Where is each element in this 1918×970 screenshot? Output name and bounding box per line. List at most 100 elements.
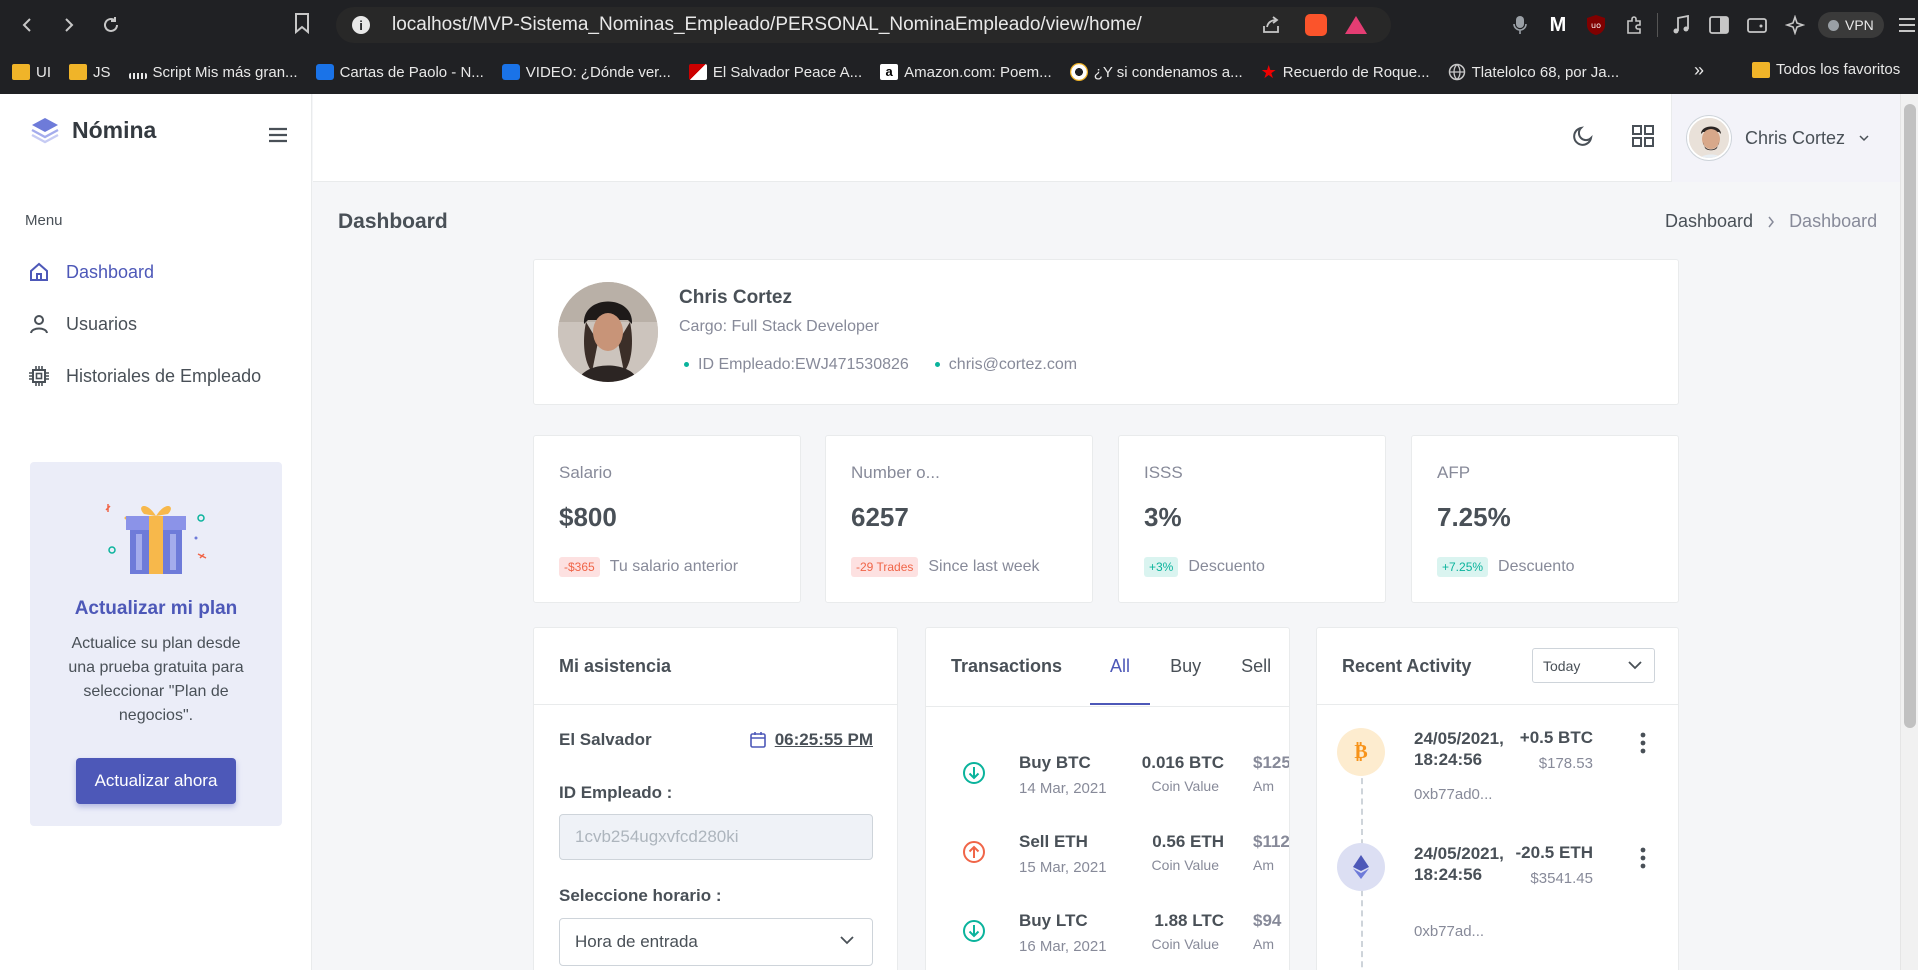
bookmark-label: ¿Y si condenamos a... <box>1093 63 1243 81</box>
transaction-row[interactable]: Buy LTC 16 Mar, 2021 1.88 LTC Coin Value… <box>926 903 1289 963</box>
employee-name: Chris Cortez <box>679 287 792 308</box>
employee-meta: ID Empleado:EWJ471530826 chris@cortez.co… <box>684 356 1077 374</box>
all-bookmarks-button[interactable]: Todos los favoritos <box>1752 61 1900 78</box>
stat-card-isss: ISSS 3% +3% Descuento <box>1118 435 1386 603</box>
vpn-button[interactable]: VPN <box>1818 12 1884 38</box>
reload-icon[interactable] <box>96 10 126 40</box>
address-bar[interactable]: i localhost/MVP-Sistema_Nominas_Empleado… <box>336 7 1391 43</box>
transactions-card: Transactions All Buy Sell Buy BTC 14 Mar… <box>925 627 1290 970</box>
brave-rewards-icon[interactable] <box>1345 16 1367 34</box>
stat-label: Number o... <box>851 463 940 482</box>
bookmark-item[interactable]: El Salvador Peace A... <box>688 64 862 81</box>
apps-grid-icon[interactable] <box>1631 124 1655 148</box>
stat-sub-text: Tu salario anterior <box>609 558 739 575</box>
extension-ublock-icon[interactable]: uo <box>1581 10 1611 40</box>
stat-sub-text: Descuento <box>1498 558 1575 575</box>
bookmark-page-icon[interactable] <box>294 12 310 34</box>
attendance-title: Mi asistencia <box>559 656 672 676</box>
menu-toggle-icon[interactable] <box>268 127 288 143</box>
url-text: localhost/MVP-Sistema_Nominas_Empleado/P… <box>392 14 1142 35</box>
profile-dropdown[interactable]: Chris Cortez <box>1672 94 1900 182</box>
employee-id: ID Empleado:EWJ471530826 <box>698 356 909 373</box>
upgrade-now-button[interactable]: Actualizar ahora <box>76 758 236 804</box>
blog-icon <box>501 64 520 80</box>
page-scrollbar[interactable] <box>1900 94 1918 970</box>
extensions-puzzle-icon[interactable] <box>1619 10 1649 40</box>
bookmark-item[interactable]: Tlatelolco 68, por Ja... <box>1448 63 1619 81</box>
activity-filter-value: Today <box>1543 657 1581 674</box>
more-bookmarks-button[interactable]: » <box>1694 60 1704 81</box>
sidebar-item-usuarios[interactable]: Usuarios <box>28 298 298 350</box>
bookmark-item[interactable]: Cartas de Paolo - N... <box>315 64 484 81</box>
extension-mic-icon[interactable] <box>1505 10 1535 40</box>
activity-filter-select[interactable]: Today <box>1532 648 1655 683</box>
bookmark-item[interactable]: VIDEO: ¿Dónde ver... <box>501 63 671 81</box>
sidebar-item-historiales[interactable]: Historiales de Empleado <box>28 350 298 402</box>
profile-card: Chris Cortez Cargo: Full Stack Developer… <box>533 259 1679 405</box>
transaction-coin: 0.016 BTC <box>1141 753 1224 772</box>
tab-all[interactable]: All <box>1090 628 1151 705</box>
share-icon[interactable] <box>1261 15 1281 35</box>
transaction-coin: 0.56 ETH <box>1152 832 1224 851</box>
bookmark-item[interactable]: JS <box>69 64 111 81</box>
stat-card-salario: Salario $800 -$365 Tu salario anterior <box>533 435 801 603</box>
wallet-icon[interactable] <box>1742 10 1772 40</box>
browser-menu-icon[interactable] <box>1892 10 1918 40</box>
transaction-name: Sell ETH <box>1019 832 1088 851</box>
circle-icon <box>1069 63 1088 81</box>
transaction-name: Buy LTC <box>1019 911 1088 930</box>
transaction-row[interactable]: Sell ETH 15 Mar, 2021 0.56 ETH Coin Valu… <box>926 824 1289 884</box>
site-info-icon[interactable]: i <box>352 16 370 34</box>
forward-icon[interactable] <box>54 10 84 40</box>
leo-ai-icon[interactable] <box>1780 10 1810 40</box>
vpn-status-icon <box>1828 19 1839 31</box>
stat-sub: +3% Descuento <box>1144 557 1265 577</box>
transaction-date: 16 Mar, 2021 <box>1019 938 1107 955</box>
stat-sub-text: Descuento <box>1188 558 1265 575</box>
bookmark-item[interactable]: a Amazon.com: Poem... <box>880 64 1052 81</box>
svg-text:uo: uo <box>1591 21 1601 30</box>
brave-shields-icon[interactable] <box>1305 14 1327 36</box>
bookmark-item[interactable]: ★ Recuerdo de Roque... <box>1261 62 1430 83</box>
activity-qty: +0.5 BTC <box>1519 728 1593 747</box>
sidebar-item-dashboard[interactable]: Dashboard <box>28 246 298 298</box>
stat-sub: -29 Trades Since last week <box>851 557 1040 577</box>
stat-sub-text: Since last week <box>928 558 1040 575</box>
tab-sell[interactable]: Sell <box>1221 628 1289 705</box>
bookmark-item[interactable]: ¿Y si condenamos a... <box>1069 63 1243 81</box>
tab-buy[interactable]: Buy <box>1150 628 1221 705</box>
back-icon[interactable] <box>12 10 42 40</box>
bookmark-item[interactable]: Script Mis más gran... <box>128 64 298 81</box>
extension-m-icon[interactable]: M <box>1543 10 1573 40</box>
stat-value: $800 <box>559 502 617 532</box>
sidebar-panel-icon[interactable] <box>1704 10 1734 40</box>
more-vertical-icon[interactable] <box>1640 847 1646 869</box>
schedule-select[interactable]: Hora de entrada <box>559 918 873 966</box>
top-header: Chris Cortez <box>313 94 1900 182</box>
chip-icon <box>29 366 49 386</box>
employee-id-label: ID Empleado : <box>559 783 673 802</box>
dark-mode-icon[interactable] <box>1571 124 1595 148</box>
stat-badge: -29 Trades <box>851 557 919 577</box>
transaction-coin-label: Coin Value <box>1151 857 1219 873</box>
scrollbar-thumb[interactable] <box>1904 104 1916 728</box>
attendance-country: El Salvador <box>559 730 652 749</box>
employee-id-input[interactable] <box>559 814 873 860</box>
card-divider <box>534 704 897 705</box>
music-icon[interactable] <box>1666 10 1696 40</box>
sidebar-nav: Dashboard Usuarios Historiales de Emplea… <box>28 246 298 402</box>
stat-sub: -$365 Tu salario anterior <box>559 557 738 577</box>
vpn-label: VPN <box>1845 17 1874 33</box>
bullet-icon <box>934 362 940 368</box>
stat-label: ISSS <box>1144 463 1183 482</box>
ethereum-icon <box>1337 843 1385 891</box>
arrow-up-circle-icon <box>963 841 985 863</box>
bookmark-label: VIDEO: ¿Dónde ver... <box>525 63 671 81</box>
breadcrumb-link[interactable]: Dashboard <box>1665 211 1753 232</box>
brand-logo[interactable]: Nómina <box>30 116 156 144</box>
more-vertical-icon[interactable] <box>1640 732 1646 754</box>
blog-icon <box>315 64 334 80</box>
bookmark-item[interactable]: UI <box>12 64 51 81</box>
transaction-row[interactable]: Buy BTC 14 Mar, 2021 0.016 BTC Coin Valu… <box>926 745 1289 805</box>
transaction-amount: $112 <box>1253 832 1290 851</box>
